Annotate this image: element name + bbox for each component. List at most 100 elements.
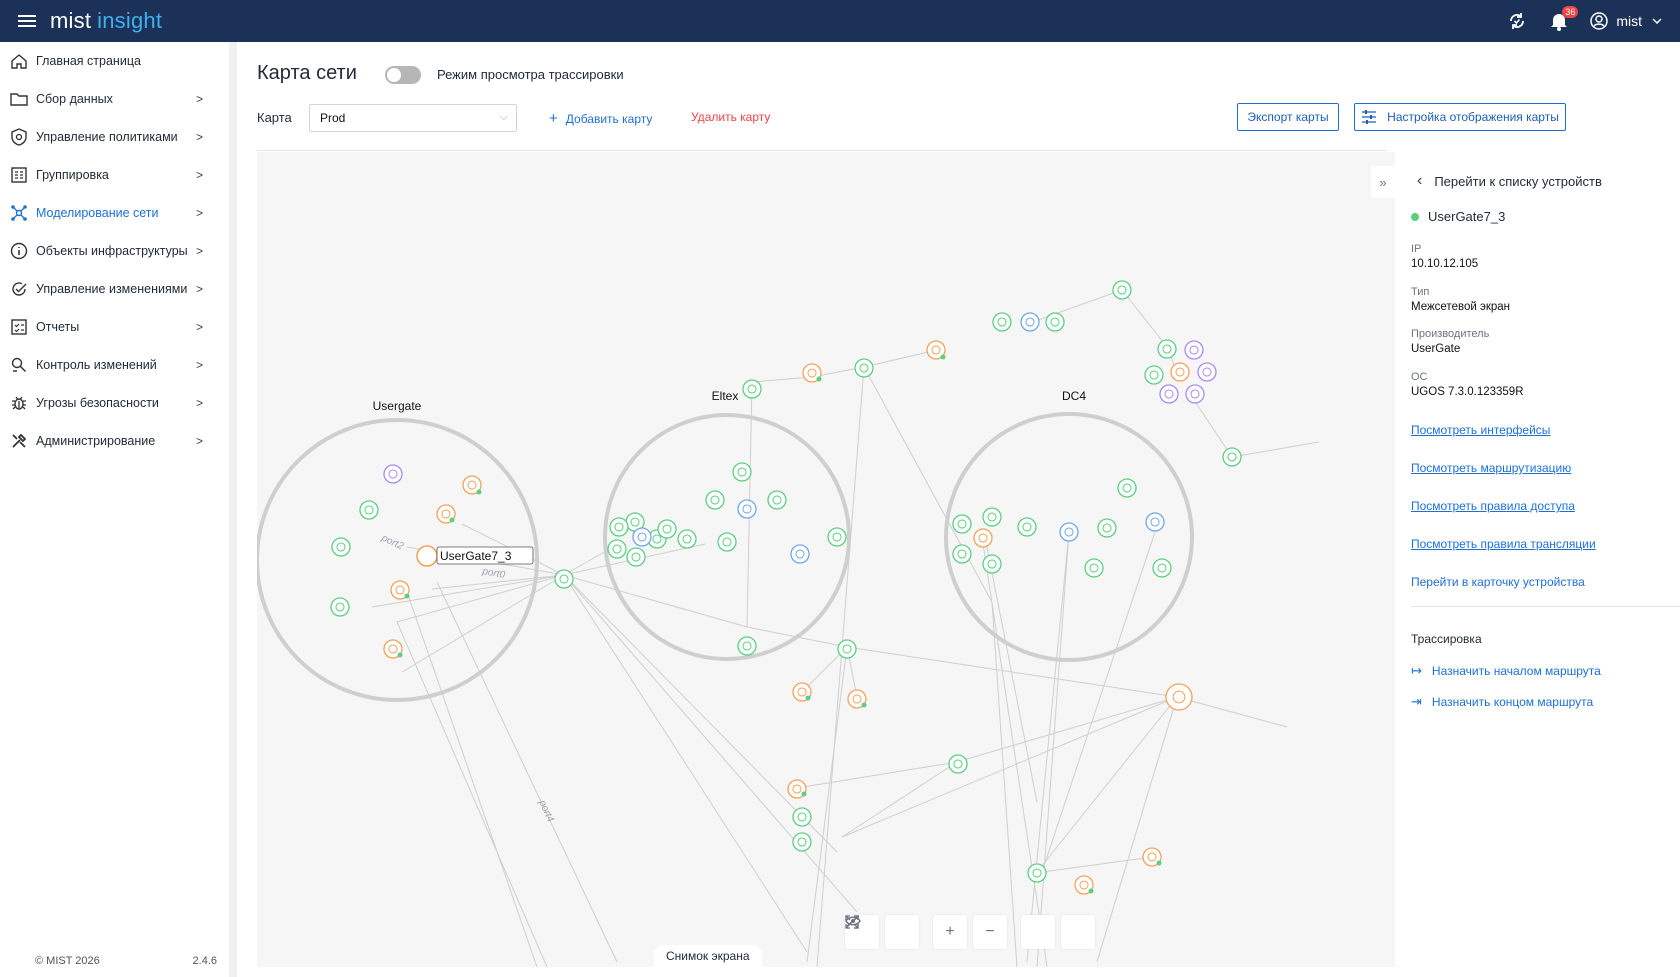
- version: 2.4.6: [192, 955, 217, 967]
- network-node[interactable]: [767, 490, 787, 510]
- network-node[interactable]: [609, 517, 629, 537]
- collapse-panel-icon[interactable]: »: [1371, 166, 1395, 198]
- network-node[interactable]: [982, 554, 1002, 574]
- network-node[interactable]: [554, 569, 574, 589]
- network-node[interactable]: [1185, 384, 1205, 404]
- view-interfaces-link[interactable]: Посмотреть интерфейсы: [1411, 423, 1550, 437]
- network-node[interactable]: [742, 379, 762, 399]
- app-logo[interactable]: mist insight: [50, 8, 162, 34]
- user-menu[interactable]: mist: [1590, 12, 1662, 30]
- sidebar-item-9[interactable]: Угрозы безопасности >: [0, 384, 229, 422]
- network-node[interactable]: [632, 527, 652, 547]
- network-node[interactable]: [717, 532, 737, 552]
- selected-node[interactable]: UserGate7_3: [416, 545, 534, 567]
- network-node[interactable]: [952, 544, 972, 564]
- grouping-icon: [11, 167, 27, 183]
- sidebar-item-7[interactable]: Отчеты >: [0, 308, 229, 346]
- sidebar-item-8[interactable]: Контроль изменений >: [0, 346, 229, 384]
- network-node[interactable]: [1084, 558, 1104, 578]
- network-node[interactable]: [1159, 384, 1179, 404]
- network-node[interactable]: [1152, 558, 1172, 578]
- sidebar-item-3[interactable]: Группировка >: [0, 156, 229, 194]
- network-node[interactable]: [792, 832, 812, 852]
- network-node[interactable]: [1045, 312, 1065, 332]
- view-access-rules-link[interactable]: Посмотреть правила доступа: [1411, 499, 1575, 513]
- map-select-label: Карта: [257, 110, 292, 125]
- fit-screen-icon[interactable]: [845, 915, 1055, 949]
- eye-icon[interactable]: [845, 915, 919, 949]
- network-node[interactable]: [792, 807, 812, 827]
- export-map-button[interactable]: Экспорт карты: [1237, 103, 1339, 131]
- network-map-canvas[interactable]: Usergate Eltex DC4 port2 port0 port4 UserGate7…: [257, 152, 1395, 967]
- view-routing-link[interactable]: Посмотреть маршрутизацию: [1411, 461, 1571, 475]
- network-node[interactable]: [952, 514, 972, 534]
- sidebar-item-5[interactable]: Объекты инфраструктуры >: [0, 232, 229, 270]
- device-card-link[interactable]: Перейти в карточку устройства: [1411, 575, 1585, 589]
- network-node[interactable]: [948, 754, 968, 774]
- network-node[interactable]: [1112, 280, 1132, 300]
- sidebar-item-4[interactable]: Моделирование сети >: [0, 194, 229, 232]
- network-node[interactable]: [705, 490, 725, 510]
- network-node[interactable]: [383, 464, 403, 484]
- bell-icon[interactable]: 36: [1548, 6, 1579, 32]
- group-label: Usergate: [373, 399, 422, 413]
- network-node[interactable]: [1059, 522, 1079, 542]
- sidebar-item-6[interactable]: Управление изменениями >: [0, 270, 229, 308]
- view-nat-rules-link[interactable]: Посмотреть правила трансляции: [1411, 537, 1596, 551]
- network-node[interactable]: [790, 544, 810, 564]
- check-circle-icon: [12, 282, 27, 296]
- trace-mode-toggle[interactable]: [385, 66, 421, 84]
- sidebar-item-1[interactable]: Сбор данных >: [0, 80, 229, 118]
- network-node[interactable]: [1145, 512, 1165, 532]
- network-node[interactable]: [1117, 478, 1137, 498]
- network-node[interactable]: [1144, 365, 1164, 385]
- network-node[interactable]: [1157, 339, 1177, 359]
- map-select[interactable]: Prod ⌵: [309, 104, 517, 132]
- zoom-out-icon[interactable]: −: [973, 915, 1007, 949]
- network-node[interactable]: [1020, 312, 1040, 332]
- network-node[interactable]: [1222, 447, 1242, 467]
- sidebar-item-label: Угрозы безопасности: [36, 396, 159, 410]
- network-node[interactable]: [737, 499, 757, 519]
- network-node[interactable]: [854, 358, 874, 378]
- network-node[interactable]: [677, 529, 697, 549]
- network-node[interactable]: [837, 639, 857, 659]
- network-node[interactable]: [1027, 863, 1047, 883]
- network-node[interactable]: [1165, 683, 1193, 711]
- network-node[interactable]: [626, 547, 646, 567]
- screenshot-button[interactable]: Снимок экрана: [654, 945, 762, 967]
- network-node[interactable]: [992, 312, 1012, 332]
- back-to-devices-link[interactable]: ‹ Перейти к списку устройств: [1417, 172, 1602, 190]
- network-node[interactable]: [359, 500, 379, 520]
- network-node[interactable]: [1170, 362, 1190, 382]
- network-node[interactable]: [657, 519, 677, 539]
- set-route-end-button[interactable]: ⇥ Назначить концом маршрута: [1411, 694, 1593, 710]
- sync-icon[interactable]: [1506, 10, 1528, 32]
- zoom-in-icon[interactable]: +: [933, 915, 967, 949]
- set-route-start-button[interactable]: ↦ Назначить началом маршрута: [1411, 663, 1601, 679]
- network-node[interactable]: [973, 528, 993, 548]
- network-node[interactable]: [827, 527, 847, 547]
- menu-icon[interactable]: [18, 14, 36, 28]
- network-node[interactable]: [1184, 340, 1204, 360]
- status-dot: [1411, 212, 1419, 221]
- sidebar-item-2[interactable]: Управление политиками >: [0, 118, 229, 156]
- network-node[interactable]: [331, 537, 351, 557]
- network-node[interactable]: [1197, 362, 1217, 382]
- network-node[interactable]: [607, 539, 627, 559]
- sidebar-item-10[interactable]: Администрирование >: [0, 422, 229, 460]
- network-node[interactable]: [330, 597, 350, 617]
- add-map-button[interactable]: + Добавить карту: [549, 110, 652, 127]
- sidebar-item-0[interactable]: Главная страница: [0, 42, 229, 80]
- network-node[interactable]: [1097, 518, 1117, 538]
- network-node[interactable]: [1017, 517, 1037, 537]
- network-node[interactable]: [737, 636, 757, 656]
- network-node[interactable]: [732, 462, 752, 482]
- network-node[interactable]: [982, 507, 1002, 527]
- add-map-label: Добавить карту: [565, 112, 653, 126]
- page-title: Карта сети: [257, 62, 357, 84]
- delete-map-button[interactable]: Удалить карту: [691, 110, 770, 124]
- shuffle-icon[interactable]: [845, 915, 1095, 949]
- network-map[interactable]: Usergate Eltex DC4 port2 port0 port4 UserGate7…: [257, 152, 1395, 967]
- map-settings-button[interactable]: Настройка отображения карты: [1354, 103, 1566, 131]
